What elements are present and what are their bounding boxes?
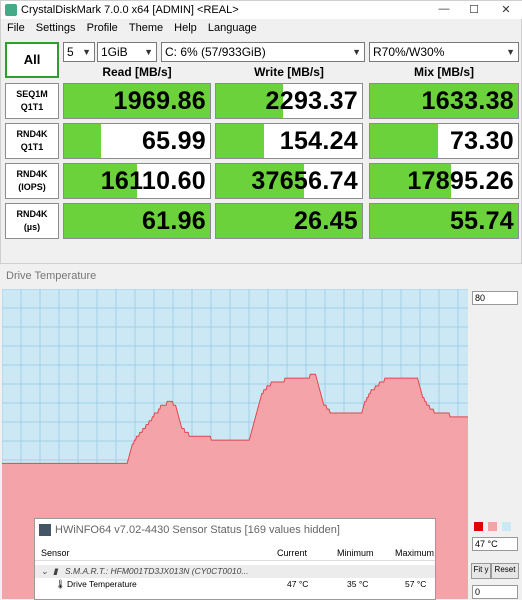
write-column-header: Write [MB/s] xyxy=(254,65,324,79)
sensor-current: 47 °C xyxy=(287,579,309,589)
test-size-select[interactable]: 1GiB ▼ xyxy=(97,42,157,62)
header-sensor[interactable]: Sensor xyxy=(41,548,70,558)
mix-ratio-select[interactable]: R70%/W30% ▼ xyxy=(369,42,519,62)
drive-value: C: 6% (57/933GiB) xyxy=(165,45,266,59)
test-label-line2: (µs) xyxy=(23,222,41,232)
mix-ratio-value: R70%/W30% xyxy=(373,45,445,59)
fill-color-swatch[interactable] xyxy=(488,522,497,531)
maximize-button[interactable]: ☐ xyxy=(459,3,489,17)
result-write-rnd4k-iops: 37656.74 xyxy=(215,163,363,199)
result-read-rnd4k-latency: 61.96 xyxy=(63,203,211,239)
result-read-seq1m: 1969.86 xyxy=(63,83,211,119)
result-value: 55.74 xyxy=(449,207,514,235)
test-button-rnd4k-q1t1[interactable]: RND4K Q1T1 xyxy=(5,123,59,159)
result-value: 37656.74 xyxy=(251,167,358,195)
background-color-swatch[interactable] xyxy=(502,522,511,531)
test-label-line1: RND4K xyxy=(16,209,48,219)
current-temp-readout: 47 °C xyxy=(472,537,518,551)
result-write-seq1m: 2293.37 xyxy=(215,83,363,119)
hwinfo-app-icon xyxy=(39,524,51,536)
result-value: 73.30 xyxy=(449,127,514,155)
sensor-group-name: S.M.A.R.T.: HFM001TD3JX013N (CY0CT0010..… xyxy=(65,566,249,576)
graph-title: Drive Temperature xyxy=(6,270,97,282)
test-button-seq1m-q1t1[interactable]: SEQ1M Q1T1 xyxy=(5,83,59,119)
crystaldiskmark-window: CrystalDiskMark 7.0.0 x64 [ADMIN] <REAL>… xyxy=(0,0,522,264)
result-value: 2293.37 xyxy=(265,87,358,115)
result-write-rnd4k-latency: 26.45 xyxy=(215,203,363,239)
result-value: 17895.26 xyxy=(407,167,514,195)
menu-language[interactable]: Language xyxy=(208,19,257,37)
menu-file[interactable]: File xyxy=(7,19,25,37)
reset-button[interactable]: Reset xyxy=(491,563,519,579)
test-label-line1: RND4K xyxy=(16,129,48,139)
result-bar xyxy=(64,124,101,158)
menu-profile[interactable]: Profile xyxy=(87,19,118,37)
graph-min-value[interactable]: 0 xyxy=(472,585,518,599)
hwinfo-title: HWiNFO64 v7.02-4430 Sensor Status [169 v… xyxy=(35,519,435,541)
chevron-down-icon: ▼ xyxy=(352,47,361,57)
graph-side-panel: 80 47 °C 0 xyxy=(468,289,522,600)
sensor-name: Drive Temperature xyxy=(67,579,137,589)
minimize-button[interactable]: — xyxy=(429,3,459,17)
header-current[interactable]: Current xyxy=(277,548,307,558)
result-mix-rnd4k-iops: 17895.26 xyxy=(369,163,519,199)
result-mix-rnd4k-q1t1: 73.30 xyxy=(369,123,519,159)
chevron-down-icon: ▼ xyxy=(506,47,515,57)
result-bar xyxy=(370,124,439,158)
sensor-group-row[interactable]: ⌄ ▮ S.M.A.R.T.: HFM001TD3JX013N (CY0CT00… xyxy=(35,565,435,578)
menu-theme[interactable]: Theme xyxy=(129,19,163,37)
sensor-table-header: Sensor Current Minimum Maximum xyxy=(35,545,435,561)
drive-select[interactable]: C: 6% (57/933GiB) ▼ xyxy=(161,42,365,62)
mix-column-header: Mix [MB/s] xyxy=(414,65,474,79)
menu-settings[interactable]: Settings xyxy=(36,19,76,37)
test-button-rnd4k-latency[interactable]: RND4K (µs) xyxy=(5,203,59,239)
test-size-value: 1GiB xyxy=(101,45,128,59)
thermometer-icon: 🌡 xyxy=(55,579,66,589)
fit-y-button[interactable]: Fit y xyxy=(471,563,491,579)
test-label-line1: RND4K xyxy=(16,169,48,179)
read-column-header: Read [MB/s] xyxy=(102,65,172,79)
title-bar[interactable]: CrystalDiskMark 7.0.0 x64 [ADMIN] <REAL>… xyxy=(1,1,522,19)
test-label-line1: SEQ1M xyxy=(16,89,48,99)
header-maximum[interactable]: Maximum xyxy=(395,548,434,558)
result-value: 1969.86 xyxy=(113,87,206,115)
result-value: 1633.38 xyxy=(421,87,514,115)
close-button[interactable]: ✕ xyxy=(491,3,521,17)
result-value: 16110.60 xyxy=(100,167,206,195)
run-all-button[interactable]: All xyxy=(5,42,59,78)
hwinfo-sensor-window[interactable]: HWiNFO64 v7.02-4430 Sensor Status [169 v… xyxy=(34,518,436,600)
chevron-down-icon: ▼ xyxy=(144,47,153,57)
result-mix-rnd4k-latency: 55.74 xyxy=(369,203,519,239)
result-read-rnd4k-q1t1: 65.99 xyxy=(63,123,211,159)
result-write-rnd4k-q1t1: 154.24 xyxy=(215,123,363,159)
menu-help[interactable]: Help xyxy=(174,19,197,37)
sensor-minimum: 35 °C xyxy=(347,579,369,589)
result-value: 65.99 xyxy=(141,127,206,155)
test-label-line2: Q1T1 xyxy=(20,142,44,152)
graph-max-value[interactable]: 80 xyxy=(472,291,518,305)
expand-chevron-icon[interactable]: ⌄ xyxy=(41,565,48,578)
test-label-line2: (IOPS) xyxy=(18,182,46,192)
menu-bar: File Settings Profile Theme Help Languag… xyxy=(1,19,522,37)
app-icon xyxy=(5,4,17,16)
drive-icon: ▮ xyxy=(53,566,58,576)
test-label-line2: Q1T1 xyxy=(20,102,44,112)
header-minimum[interactable]: Minimum xyxy=(337,548,374,558)
test-button-rnd4k-iops[interactable]: RND4K (IOPS) xyxy=(5,163,59,199)
line-color-swatch[interactable] xyxy=(474,522,483,531)
result-value: 26.45 xyxy=(293,207,358,235)
result-mix-seq1m: 1633.38 xyxy=(369,83,519,119)
result-read-rnd4k-iops: 16110.60 xyxy=(63,163,211,199)
result-value: 154.24 xyxy=(279,127,358,155)
sensor-row[interactable]: 🌡 Drive Temperature 47 °C 35 °C 57 °C xyxy=(35,578,435,591)
result-bar xyxy=(216,124,265,158)
sensor-maximum: 57 °C xyxy=(405,579,427,589)
test-count-select[interactable]: 5 ▼ xyxy=(63,42,95,62)
chevron-down-icon: ▼ xyxy=(82,47,91,57)
test-count-value: 5 xyxy=(67,45,74,59)
window-title: CrystalDiskMark 7.0.0 x64 [ADMIN] <REAL> xyxy=(21,4,239,16)
result-value: 61.96 xyxy=(141,207,206,235)
